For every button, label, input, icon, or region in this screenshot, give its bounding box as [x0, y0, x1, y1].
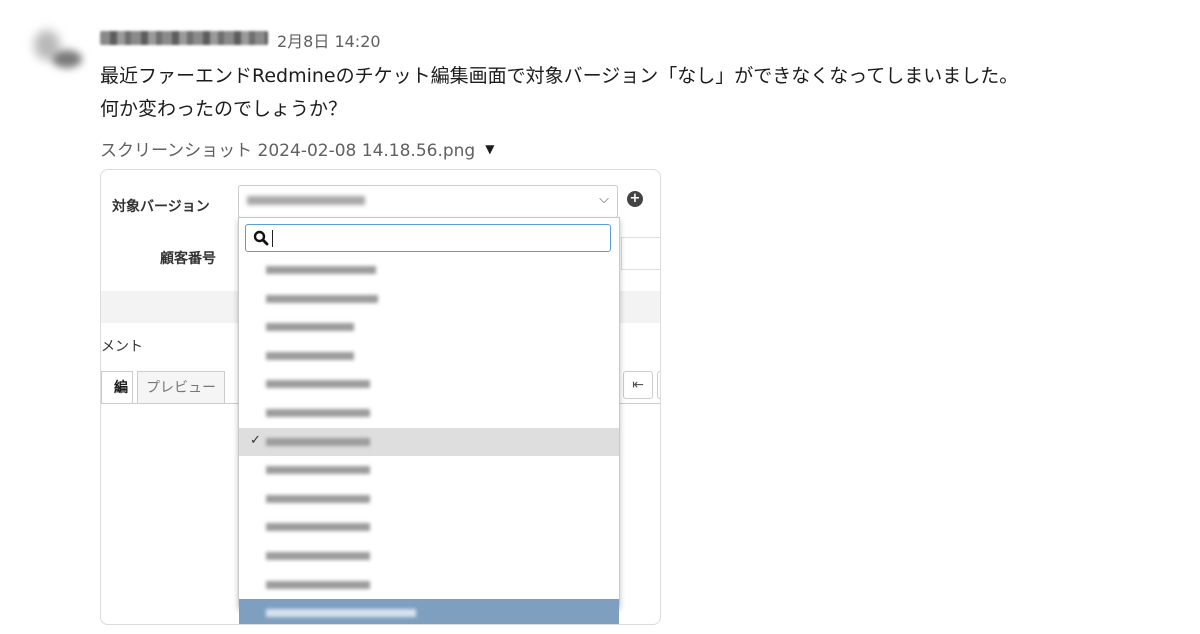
option-label-redacted	[266, 437, 370, 446]
dropdown-option	[239, 342, 619, 370]
chevron-down-icon: ⌵	[599, 192, 609, 207]
dropdown-option	[239, 513, 619, 541]
avatar[interactable]	[28, 24, 84, 80]
option-label-redacted	[266, 409, 370, 417]
option-label-redacted	[266, 523, 370, 532]
dropdown-option	[239, 485, 619, 513]
toolbar-button-partial	[657, 371, 660, 399]
option-label-redacted	[266, 494, 370, 503]
text-cursor	[272, 230, 273, 247]
option-label-redacted	[266, 580, 370, 589]
add-version-icon: +	[627, 191, 643, 207]
message-text-line2: 何か変わったのでしょうか？	[100, 98, 348, 120]
dropdown-search-input	[245, 224, 611, 252]
attached-screenshot[interactable]: 対象バージョン 顧客番号 ⌵ + メント 編集 プレビュー ⇤ ✓	[100, 169, 661, 625]
tab-edit: 編集	[101, 371, 133, 404]
outdent-icon: ⇤	[623, 371, 653, 399]
comment-label: メント	[101, 339, 143, 355]
dropdown-option	[239, 399, 619, 427]
dropdown-option: ✓	[239, 427, 619, 456]
version-select: ⌵	[238, 185, 618, 218]
option-label-redacted	[266, 609, 416, 618]
option-label-redacted	[266, 466, 370, 475]
timestamp[interactable]: 2月8日 14:20	[277, 28, 381, 52]
search-icon	[253, 230, 269, 246]
attachment-collapse-icon[interactable]: ▼	[485, 142, 494, 156]
dropdown-option	[239, 542, 619, 570]
option-label-redacted	[266, 380, 370, 389]
chat-message: 2月8日 14:20 最近ファーエンドRedmineのチケット編集画面で対象バー…	[0, 0, 1200, 634]
check-icon: ✓	[250, 432, 261, 448]
version-select-value-redacted	[247, 196, 365, 205]
message-text-line1: 最近ファーエンドRedmineのチケット編集画面で対象バージョン「なし」ができな…	[100, 65, 1019, 87]
customer-number-label: 顧客番号	[160, 251, 216, 267]
attachment-header[interactable]: スクリーンショット 2024-02-08 14.18.56.png ▼	[100, 136, 494, 161]
dropdown-option	[239, 456, 619, 484]
option-label-redacted	[266, 351, 354, 360]
option-label-redacted	[266, 266, 376, 274]
dropdown-option	[239, 256, 619, 284]
version-label: 対象バージョン	[112, 199, 210, 215]
sender-name-redacted[interactable]	[100, 31, 268, 45]
dropdown-option	[239, 313, 619, 341]
customer-number-field	[621, 237, 660, 270]
option-label-redacted	[266, 323, 354, 332]
dropdown-option	[239, 571, 619, 599]
dropdown-option	[239, 285, 619, 313]
option-label-redacted	[266, 552, 370, 560]
version-dropdown: ✓	[238, 217, 620, 624]
dropdown-option	[239, 370, 619, 398]
option-label-redacted	[266, 294, 378, 303]
dropdown-option	[239, 599, 619, 624]
attachment-filename[interactable]: スクリーンショット 2024-02-08 14.18.56.png	[100, 136, 475, 161]
tab-preview: プレビュー	[137, 371, 225, 404]
